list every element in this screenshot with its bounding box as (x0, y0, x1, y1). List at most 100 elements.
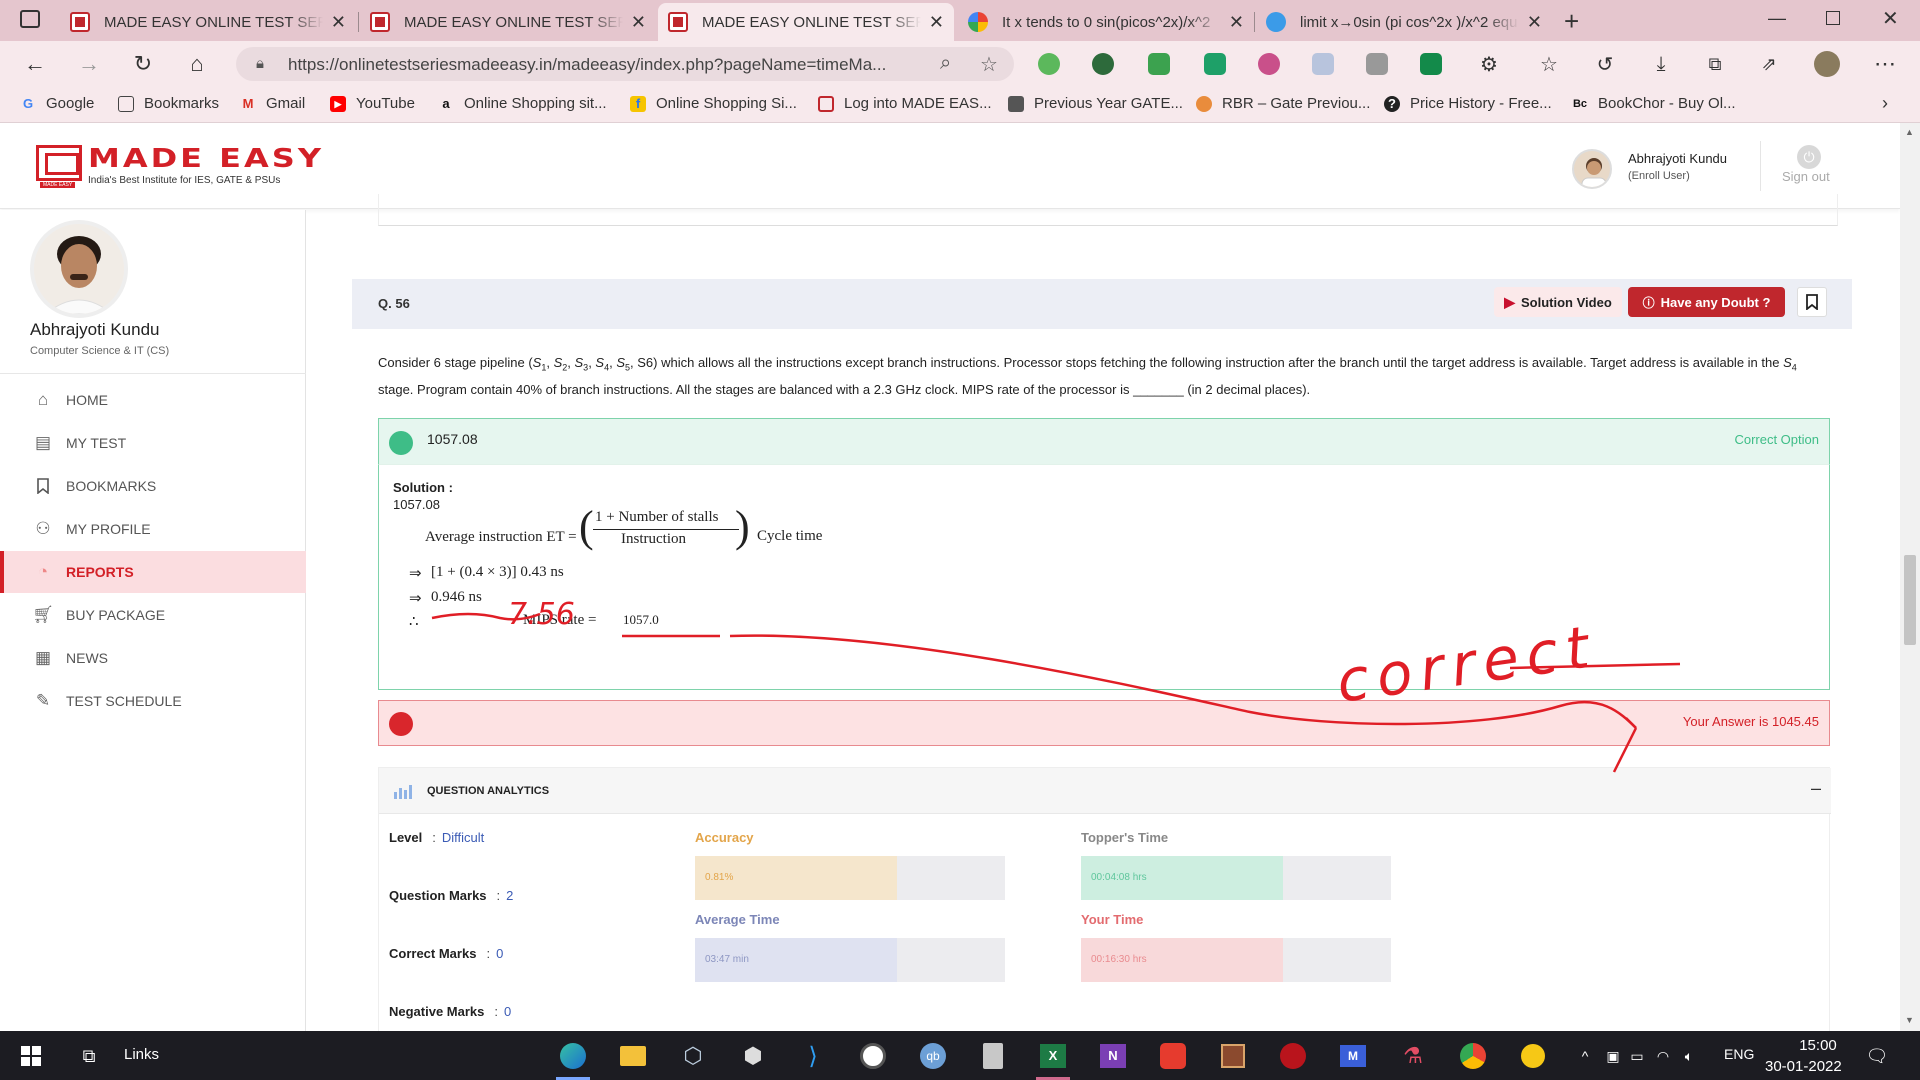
close-icon[interactable]: ✕ (631, 12, 646, 33)
mathcad-icon[interactable]: M (1338, 1041, 1368, 1071)
bookmark-gmail[interactable]: M Gmail (240, 95, 306, 112)
analytics-header[interactable]: QUESTION ANALYTICS – (379, 768, 1831, 814)
windows-start-icon[interactable] (16, 1041, 46, 1071)
home-icon[interactable]: ⌂ (182, 49, 212, 79)
extension-translate-icon[interactable] (1204, 53, 1226, 75)
brand-name[interactable]: MADE EASY (88, 143, 324, 173)
scroll-down-icon[interactable]: ▼ (1905, 1015, 1914, 1025)
sidebar-item-reports[interactable]: ◔ REPORTS (0, 551, 306, 593)
favorite-star-icon[interactable]: ☆ (980, 52, 998, 77)
user-avatar[interactable] (1572, 149, 1612, 189)
sign-out-link[interactable]: Sign out (1782, 169, 1830, 184)
browser-tab-4[interactable]: It x tends to 0 sin(picos^2x)/x^2 ✕ (958, 3, 1254, 41)
bookmark-folder[interactable]: Bookmarks (118, 95, 219, 112)
minimize-icon[interactable]: — (1768, 8, 1786, 29)
share-icon[interactable]: ⇗ (1754, 49, 1784, 79)
sidebar-item-my-test[interactable]: ▤ MY TEST (0, 422, 306, 464)
collections-icon[interactable]: ⧉ (1700, 49, 1730, 79)
bookmark-question-button[interactable] (1797, 287, 1827, 317)
scrollbar-thumb[interactable] (1904, 555, 1916, 645)
sidebar-item-home[interactable]: ⌂ HOME (0, 379, 306, 421)
sidebar-item-news[interactable]: ▦ NEWS (0, 637, 306, 679)
edge-icon[interactable] (558, 1041, 588, 1071)
extension-shield-icon[interactable] (1148, 53, 1170, 75)
sidebar-item-test-schedule[interactable]: ✎ TEST SCHEDULE (0, 680, 306, 722)
chevron-right-icon[interactable]: › (1882, 93, 1888, 114)
solution-video-button[interactable]: ▶ Solution Video (1494, 287, 1622, 317)
your-answer-label: Your Answer is 1045.45 (1682, 714, 1819, 729)
more-icon[interactable]: ⋯ (1870, 49, 1900, 79)
bookmark-rbr[interactable]: RBR – Gate Previou... (1196, 95, 1370, 112)
bookmark-youtube[interactable]: ▶ YouTube (330, 95, 415, 112)
scroll-up-icon[interactable]: ▲ (1905, 127, 1914, 137)
language-indicator[interactable]: ENG (1724, 1046, 1754, 1062)
bookmark-price-history[interactable]: ? Price History - Free... (1384, 95, 1552, 112)
links-toolbar[interactable]: Links (124, 1046, 159, 1063)
page-scrollbar[interactable]: ▲ ▼ (1900, 123, 1920, 1031)
download-icon[interactable]: ⤓ (1646, 49, 1676, 79)
close-icon[interactable]: ✕ (929, 12, 944, 33)
sidebar-item-my-profile[interactable]: ⚇ MY PROFILE (0, 508, 306, 550)
restore-icon[interactable] (1826, 11, 1840, 25)
history-icon[interactable]: ↺ (1590, 49, 1620, 79)
extension-grammar-icon[interactable] (1420, 53, 1442, 75)
bookmark-google[interactable]: G Google (20, 95, 94, 112)
excel-icon[interactable]: X (1038, 1041, 1068, 1071)
close-icon[interactable]: ✕ (1229, 12, 1244, 33)
collapse-icon[interactable]: – (1811, 778, 1821, 799)
address-bar[interactable]: 🔒︎ https://onlinetestseriesmadeeasy.in/m… (236, 47, 1014, 81)
extension-guard-icon[interactable] (1312, 53, 1334, 75)
unity-icon[interactable]: ⬢ (738, 1041, 768, 1071)
clock-time[interactable]: 15:00 (1788, 1037, 1848, 1054)
favorites-icon[interactable]: ☆ (1534, 49, 1564, 79)
lock-icon[interactable]: 🔒︎ (256, 55, 264, 72)
forward-icon[interactable]: → (74, 49, 104, 79)
profile-avatar[interactable] (1814, 51, 1840, 77)
extension-glasses-icon[interactable] (1092, 53, 1114, 75)
tab-actions-icon[interactable] (20, 10, 40, 28)
browser-tab-3-active[interactable]: MADE EASY ONLINE TEST SERIES ✕ (658, 3, 954, 41)
browser-tab-1[interactable]: MADE EASY ONLINE TEST SERIES ✕ (60, 3, 356, 41)
tray-chevron-icon[interactable]: ^ (1570, 1041, 1600, 1071)
window-close-icon[interactable]: ✕ (1882, 6, 1899, 31)
vscode-icon[interactable]: ⟩ (798, 1041, 828, 1071)
bookmark-bookchor[interactable]: Bc BookChor - Buy Ol... (1572, 95, 1736, 112)
clock-date[interactable]: 30-01-2022 (1765, 1058, 1842, 1075)
bookmark-made-easy[interactable]: Log into MADE EAS... (818, 95, 992, 112)
browser-tab-5[interactable]: limit x→0sin (pi cos^2x )/x^2 equ ✕ (1256, 3, 1552, 41)
notifications-icon[interactable]: 🗨︎ (1862, 1041, 1892, 1071)
yellow-app-icon[interactable] (1518, 1041, 1548, 1071)
virtualbox-icon[interactable]: ⬡ (678, 1041, 708, 1071)
extensions-puzzle-icon[interactable]: ⚙ (1474, 49, 1504, 79)
new-tab-icon[interactable]: + (1564, 6, 1579, 37)
power-icon[interactable]: ⏻ (1797, 145, 1821, 169)
have-doubt-button[interactable]: ⓘ Have any Doubt ? (1628, 287, 1785, 317)
close-icon[interactable]: ✕ (1527, 12, 1542, 33)
extension-plus-icon[interactable] (1038, 53, 1060, 75)
chrome-icon[interactable] (1458, 1041, 1488, 1071)
calculator-icon[interactable] (978, 1041, 1008, 1071)
book-app-icon[interactable] (1218, 1041, 1248, 1071)
git-client-icon[interactable] (1158, 1041, 1188, 1071)
reload-icon[interactable]: ↻ (128, 49, 158, 79)
browser-tab-2[interactable]: MADE EASY ONLINE TEST SERIES ✕ (360, 3, 656, 41)
volume-icon[interactable]: 🔈︎ (1674, 1041, 1704, 1071)
clock-app-icon[interactable] (858, 1041, 888, 1071)
extension-copy-icon[interactable] (1366, 53, 1388, 75)
back-icon[interactable]: ← (20, 49, 50, 79)
qbittorrent-icon[interactable]: qb (918, 1041, 948, 1071)
close-icon[interactable]: ✕ (331, 12, 346, 33)
file-explorer-icon[interactable] (618, 1041, 648, 1071)
extension-brain-icon[interactable] (1258, 53, 1280, 75)
zoom-icon[interactable]: ⌕ (940, 52, 951, 75)
sidebar-item-buy-package[interactable]: 🛒︎ BUY PACKAGE (0, 594, 306, 636)
bookmark-gate[interactable]: Previous Year GATE... (1008, 95, 1183, 112)
shield-app-icon[interactable] (1278, 1041, 1308, 1071)
dev-tool-icon[interactable]: ⚗ (1398, 1041, 1428, 1071)
bookmark-flipkart[interactable]: f Online Shopping Si... (630, 95, 797, 112)
made-easy-logo-icon[interactable] (36, 145, 82, 181)
bookmark-amazon[interactable]: a Online Shopping sit... (438, 95, 606, 112)
task-view-icon[interactable]: ⧉ (74, 1041, 104, 1071)
onenote-icon[interactable]: N (1098, 1041, 1128, 1071)
sidebar-item-bookmarks[interactable]: BOOKMARKS (0, 465, 306, 507)
